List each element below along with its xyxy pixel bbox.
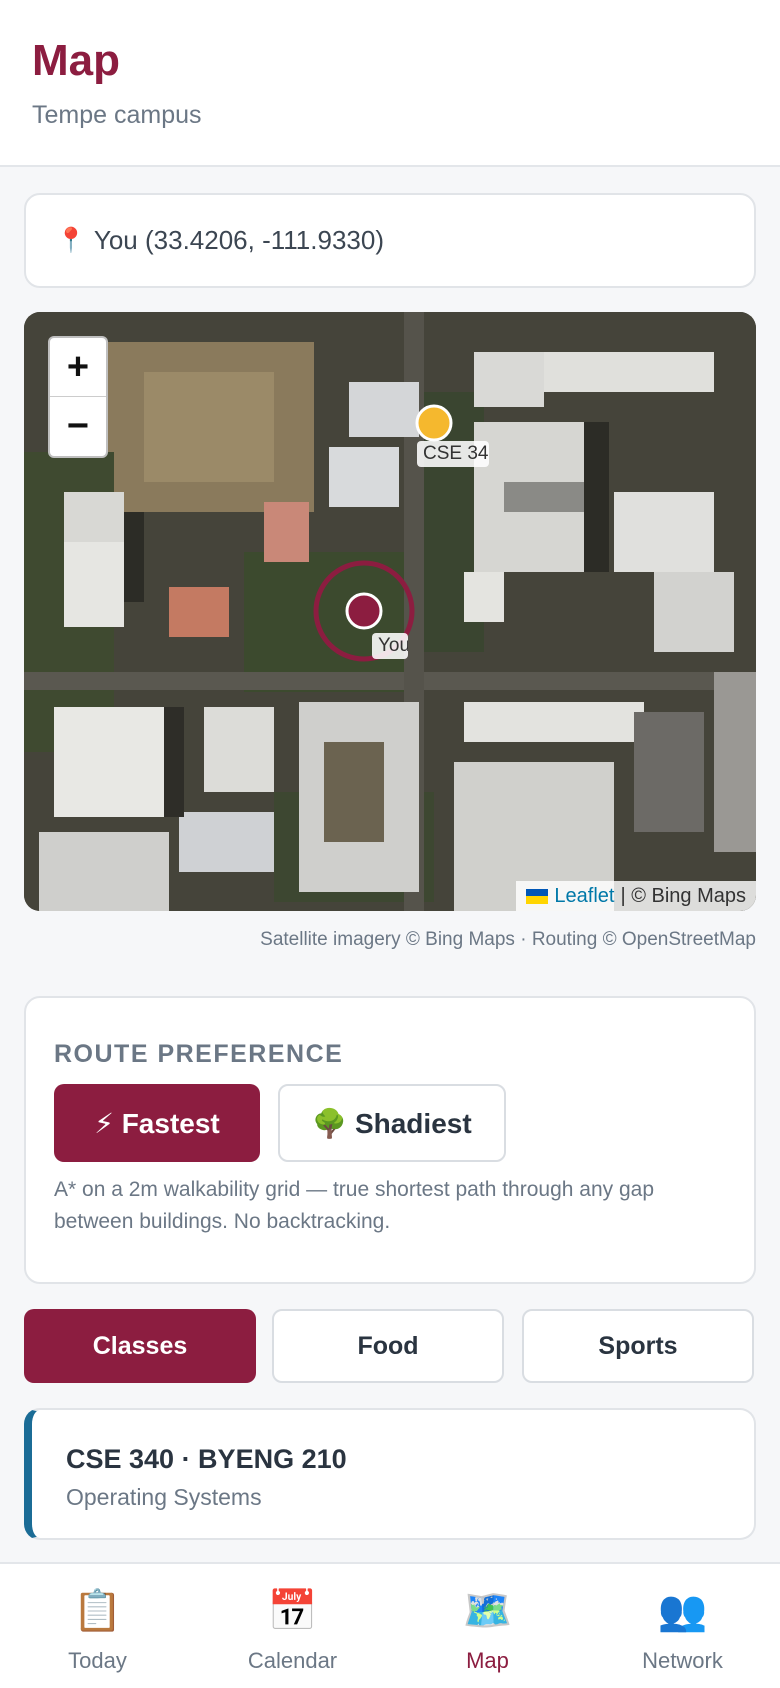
tab-map[interactable]: 🗺️ Map (390, 1564, 585, 1688)
route-description: A* on a 2m walkability grid — true short… (54, 1178, 654, 1233)
page-header: Map Tempe campus (0, 0, 780, 167)
leaflet-link[interactable]: Leaflet (554, 885, 614, 908)
user-marker-label: You (372, 633, 408, 659)
people-icon: 👥 (657, 1589, 708, 1633)
category-sports-button[interactable]: Sports (522, 1309, 754, 1383)
destination-marker[interactable] (414, 403, 454, 443)
class-list-item[interactable]: CSE 340 · BYENG 210 Operating Systems (24, 1408, 756, 1540)
bing-attribution: | © Bing Maps (620, 884, 746, 907)
page-title: Map (32, 36, 120, 85)
location-pin-icon: 📍 (56, 227, 86, 254)
category-classes-button[interactable]: Classes (24, 1309, 256, 1383)
destination-marker-label: CSE 340 (417, 441, 489, 467)
route-preference-heading: ROUTE PREFERENCE (54, 1040, 344, 1068)
class-title: CSE 340 · BYENG 210 (66, 1444, 347, 1474)
map-attribution: Leaflet | © Bing Maps (516, 881, 756, 911)
satellite-map[interactable]: + − CSE 340 You Leaflet | © Bing Maps (24, 312, 756, 911)
tab-calendar[interactable]: 📅 Calendar (195, 1564, 390, 1688)
tab-calendar-label: Calendar (247, 1648, 338, 1673)
map-credit: Satellite imagery © Bing Maps · Routing … (260, 929, 756, 950)
ukraine-flag-icon (526, 888, 549, 904)
tab-network-label: Network (642, 1648, 723, 1673)
fastest-route-button[interactable]: ⚡ Fastest (54, 1084, 260, 1162)
route-preference-card: ROUTE PREFERENCE ⚡ Fastest 🌳 Shadiest A*… (24, 996, 756, 1284)
map-icon: 🗺️ (462, 1589, 513, 1633)
category-food-button[interactable]: Food (272, 1309, 504, 1383)
clipboard-icon: 📋 (72, 1589, 123, 1633)
tab-today-label: Today (68, 1648, 127, 1673)
zoom-out-button[interactable]: − (50, 397, 106, 456)
tab-network[interactable]: 👥 Network (585, 1564, 780, 1688)
page-subtitle: Tempe campus (32, 101, 202, 129)
tab-today[interactable]: 📋 Today (0, 1564, 195, 1688)
shadiest-route-button[interactable]: 🌳 Shadiest (278, 1084, 506, 1162)
bottom-tab-bar: 📋 Today 📅 Calendar 🗺️ Map 👥 Network (0, 1562, 780, 1688)
tab-map-label: Map (466, 1648, 509, 1673)
class-subtitle: Operating Systems (66, 1484, 262, 1510)
zoom-in-button[interactable]: + (50, 338, 106, 397)
calendar-icon: 📅 (267, 1589, 318, 1633)
current-location-card: 📍 You (33.4206, -111.9330) (24, 193, 756, 288)
current-location-text: You (33.4206, -111.9330) (93, 225, 384, 255)
zoom-control: + − (48, 336, 108, 458)
